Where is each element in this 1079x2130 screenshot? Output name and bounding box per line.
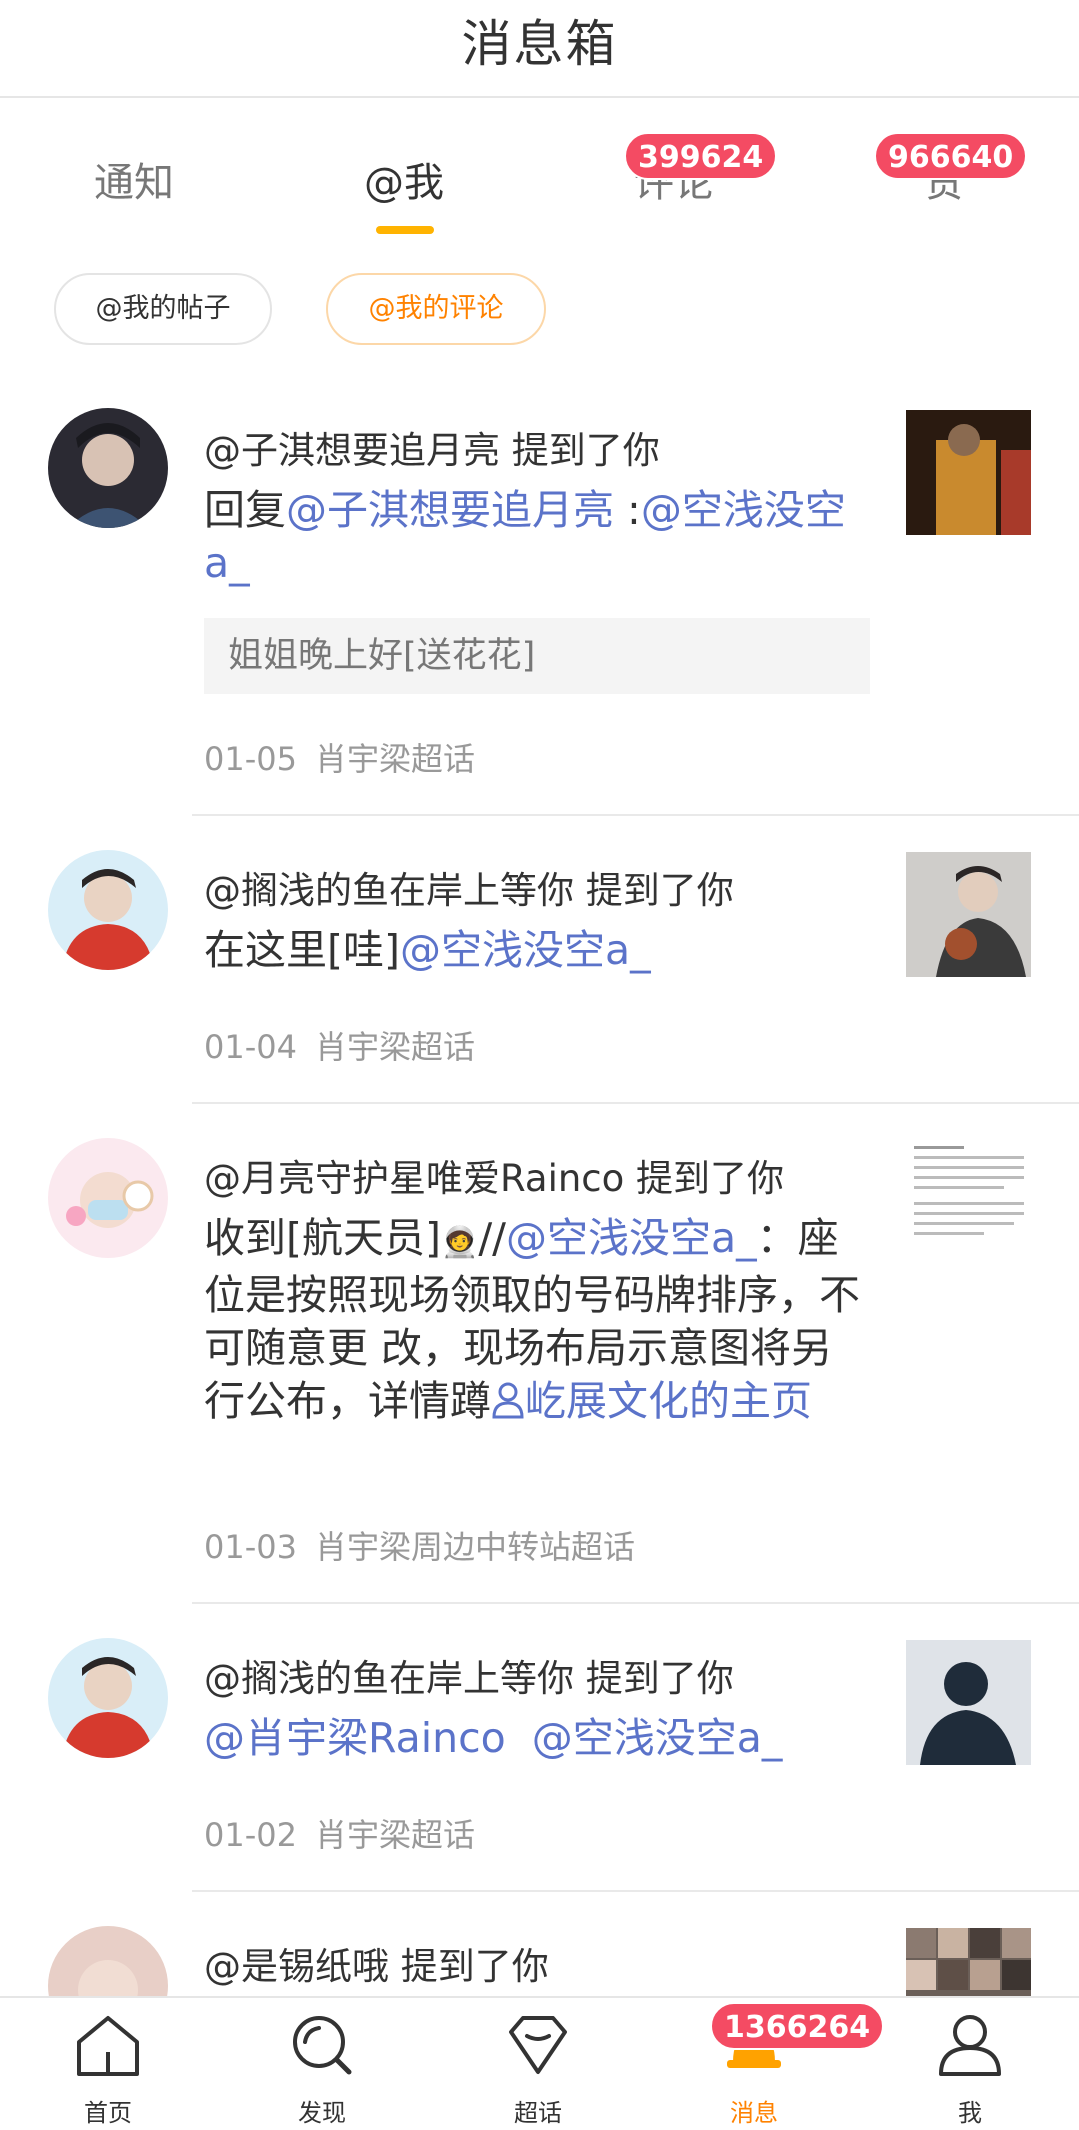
avatar[interactable]	[48, 1926, 168, 1996]
diamond-icon	[509, 2016, 567, 2074]
filter-my-posts[interactable]: @我的帖子	[54, 273, 272, 345]
mention-meta: 01-02 肖宇梁超话	[204, 1810, 475, 1856]
body-text: :	[614, 486, 641, 534]
mention-title[interactable]: @是锡纸哦 提到了你	[204, 1936, 549, 1990]
mention-title[interactable]: @月亮守护星唯爱Rainco 提到了你	[204, 1148, 784, 1202]
mention-date: 01-04	[204, 1028, 297, 1066]
nav-super-topic[interactable]: 超话	[458, 1998, 618, 2130]
topic-link[interactable]: 肖宇梁超话	[315, 740, 475, 778]
nav-me[interactable]: 我	[890, 1998, 1050, 2130]
nav-label: 我	[958, 2099, 982, 2127]
tab-mentions[interactable]: @我	[314, 150, 494, 208]
post-thumbnail[interactable]	[906, 1138, 1031, 1263]
mention-meta: 01-04 肖宇梁超话	[204, 1022, 475, 1068]
body-text: 收到[航天员]	[204, 1214, 441, 1262]
profile-icon	[939, 2015, 1001, 2076]
nav-label: 消息	[730, 2099, 778, 2127]
avatar[interactable]	[48, 1138, 168, 1258]
mention-title[interactable]: @搁浅的鱼在岸上等你 提到了你	[204, 860, 734, 914]
divider	[192, 1102, 1079, 1104]
mention-title[interactable]: @搁浅的鱼在岸上等你 提到了你	[204, 1648, 734, 1702]
user-link[interactable]: @空浅没空a_	[532, 1714, 783, 1762]
mention-meta: 01-05 肖宇梁超话	[204, 734, 475, 780]
message-tabs: 通知 @我 评论 赞 399624 966640	[0, 98, 1079, 248]
home-icon	[77, 2016, 139, 2076]
page-title: 消息箱	[461, 15, 618, 73]
topic-link[interactable]: 肖宇梁超话	[315, 1816, 475, 1854]
nav-home[interactable]: 首页	[28, 1998, 188, 2130]
divider	[192, 1602, 1079, 1604]
divider	[192, 1890, 1079, 1892]
profile-link-text[interactable]: 屹展文化的主页	[525, 1377, 812, 1425]
active-tab-indicator	[376, 226, 434, 234]
avatar[interactable]	[48, 850, 168, 970]
nav-label: 发现	[298, 2099, 346, 2127]
likes-count-badge: 966640	[874, 132, 1028, 180]
topic-link[interactable]: 肖宇梁周边中转站超话	[315, 1528, 635, 1566]
post-thumbnail[interactable]	[906, 1928, 1031, 1996]
profile-link[interactable]: 屹展文化的主页	[491, 1377, 812, 1425]
user-link[interactable]: @子淇想要追月亮	[286, 486, 614, 534]
nav-label: 超话	[514, 2099, 562, 2127]
topic-link[interactable]: 肖宇梁超话	[315, 1028, 475, 1066]
tab-notifications[interactable]: 通知	[44, 150, 224, 208]
mention-date: 01-03	[204, 1528, 297, 1566]
mention-body: 收到[航天员]🧑‍🚀//@空浅没空a_：座位是按照现场领取的号码牌排序，不可随意…	[204, 1212, 864, 1428]
avatar[interactable]	[48, 1638, 168, 1758]
user-link[interactable]: @空浅没空a_	[400, 926, 651, 974]
mention-body: 回复@子淇想要追月亮 :@空浅没空a_	[204, 484, 864, 590]
mention-meta: 01-03 肖宇梁周边中转站超话	[204, 1522, 635, 1568]
header: 消息箱	[0, 0, 1079, 98]
mention-title[interactable]: @子淇想要追月亮 提到了你	[204, 420, 660, 474]
user-icon	[492, 1382, 524, 1419]
messages-count-badge: 1366264	[710, 2002, 885, 2050]
body-text: 在这里[哇]	[204, 926, 400, 974]
mention-body: @肖宇梁Rainco @空浅没空a_	[204, 1712, 884, 1765]
mention-body: 在这里[哇]@空浅没空a_	[204, 924, 864, 977]
post-thumbnail[interactable]	[906, 410, 1031, 535]
divider	[192, 814, 1079, 816]
mention-date: 01-05	[204, 740, 297, 778]
user-link[interactable]: @肖宇梁Rainco	[204, 1714, 506, 1762]
nav-label: 首页	[84, 2099, 132, 2127]
nav-discover[interactable]: 发现	[242, 1998, 402, 2130]
body-text: 回复	[204, 486, 286, 534]
post-thumbnail[interactable]	[906, 1640, 1031, 1765]
filter-my-comments[interactable]: @我的评论	[326, 273, 546, 345]
avatar[interactable]	[48, 408, 168, 528]
quoted-comment[interactable]: 姐姐晚上好[送花花]	[204, 618, 870, 694]
search-icon	[293, 2016, 352, 2075]
bottom-nav: 首页 发现 超话 消息 1366264 我	[0, 1996, 1079, 2130]
post-thumbnail[interactable]	[906, 852, 1031, 977]
comments-count-badge: 399624	[624, 132, 778, 180]
body-text: //	[478, 1214, 506, 1262]
user-link[interactable]: @空浅没空a_	[506, 1214, 757, 1262]
mention-item[interactable]: @是锡纸哦 提到了你	[0, 1920, 1079, 1996]
astronaut-emoji-icon: 🧑‍🚀	[441, 1225, 479, 1260]
mention-date: 01-02	[204, 1816, 297, 1854]
